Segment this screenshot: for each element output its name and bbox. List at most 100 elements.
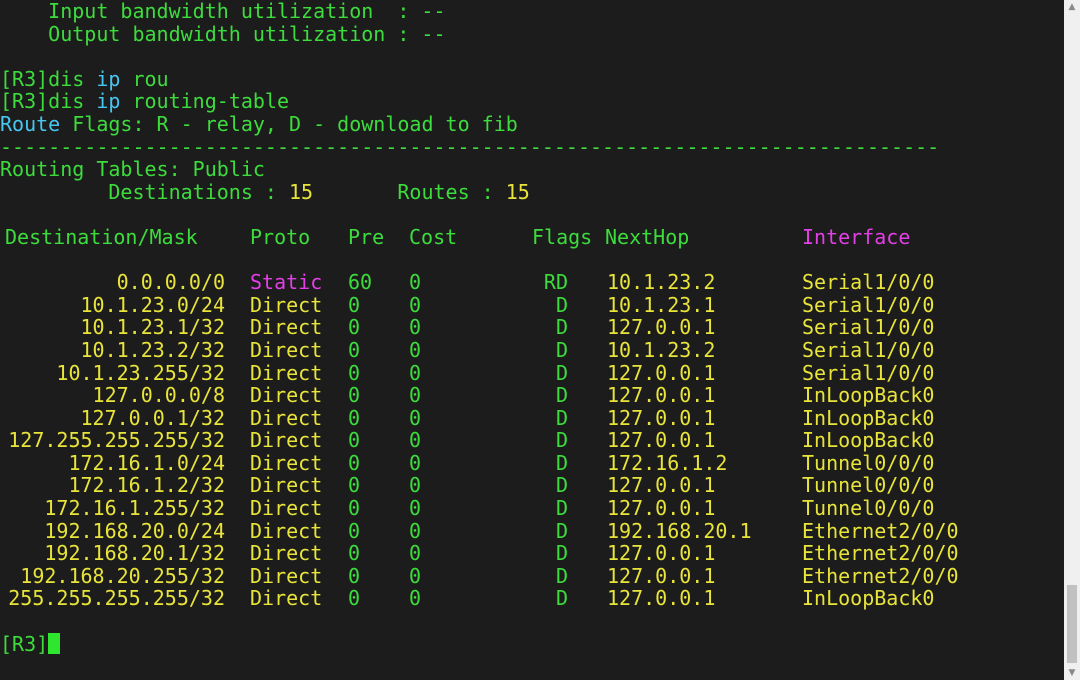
cell-proto: Direct (250, 541, 323, 566)
cell-proto: Direct (250, 496, 323, 521)
command-verb: dis (48, 66, 97, 91)
cell-destination: 192.168.20.0/24 (44, 518, 225, 543)
cell-destination: 255.255.255.255/32 (8, 586, 225, 611)
scroll-down-arrow-icon[interactable]: ▼ (1064, 666, 1080, 680)
cell-flags: D (555, 518, 568, 543)
cell-flags: RD (543, 270, 568, 295)
table-row: 192.168.20.255/32 Direct 0 0 D 127.0.0.1 Ether… (0, 565, 1064, 588)
table-row: 192.168.20.0/24 Direct 0 0 D 192.168.20.1 Ethe… (0, 520, 1064, 543)
cell-pre: 0 (348, 337, 361, 362)
cell-cost: 0 (409, 563, 422, 588)
table-header: Destination/Mask Proto Pre Cost Flags Ne… (0, 226, 1064, 249)
table-row: 10.1.23.1/32 Direct 0 0 D 127.0.0.1 Serial1/0/… (0, 316, 1064, 339)
cell-proto: Direct (250, 428, 323, 453)
route-summary-line: Destinations : 15 Routes : 15 (0, 179, 1064, 204)
cell-flags: D (555, 292, 568, 317)
cell-interface: Ethernet2/0/0 (802, 541, 959, 566)
vertical-scrollbar[interactable]: ▲ ▼ (1064, 0, 1080, 680)
cell-proto: Direct (250, 292, 323, 317)
scrollbar-thumb[interactable] (1067, 585, 1077, 663)
cell-destination: 192.168.20.1/32 (44, 541, 225, 566)
cell-nexthop: 127.0.0.1 (607, 541, 716, 566)
cell-cost: 0 (409, 405, 422, 430)
header-interface: Interface (802, 224, 911, 249)
cell-destination: 192.168.20.255/32 (20, 563, 225, 588)
command-prompt-line[interactable]: [R3] (0, 631, 1064, 656)
cell-proto: Direct (250, 383, 323, 408)
cell-flags: D (555, 428, 568, 453)
cell-pre: 0 (348, 496, 361, 521)
command-prompt: [R3] (0, 66, 49, 91)
cell-nexthop: 192.168.20.1 (607, 518, 752, 543)
cell-cost: 0 (409, 496, 422, 521)
cell-destination: 10.1.23.2/32 (80, 337, 226, 362)
cell-interface: Serial1/0/0 (802, 270, 935, 295)
cell-pre: 0 (348, 518, 361, 543)
cell-interface: InLoopBack0 (802, 383, 935, 408)
cell-proto: Direct (250, 360, 323, 385)
cell-nexthop: 127.0.0.1 (607, 563, 716, 588)
cell-proto: Direct (250, 337, 323, 362)
cell-pre: 0 (348, 405, 361, 430)
header-pre: Pre (348, 224, 385, 249)
cell-flags: D (555, 405, 568, 430)
table-row: 255.255.255.255/32 Direct 0 0 D 127.0.0.1 InLo… (0, 587, 1064, 610)
cell-destination: 127.255.255.255/32 (8, 428, 225, 453)
route-flags-line: Route Flags: R - relay, D - download to … (0, 113, 1064, 136)
table-row: 127.0.0.1/32 Direct 0 0 D 127.0.0.1 InLoopBack… (0, 407, 1064, 430)
cell-proto: Direct (250, 405, 323, 430)
cell-nexthop: 127.0.0.1 (607, 383, 716, 408)
header-proto: Proto (250, 224, 311, 249)
table-row: 0.0.0.0/0 Static 60 0 RD 10.1.23.2 Serial1/0/0 (0, 271, 1064, 294)
cell-cost: 0 (409, 315, 422, 340)
cell-flags: D (555, 337, 568, 362)
cell-nexthop: 127.0.0.1 (607, 586, 716, 611)
command-verb: dis (48, 89, 97, 114)
cell-flags: D (555, 360, 568, 385)
table-row: 10.1.23.2/32 Direct 0 0 D 10.1.23.2 Serial1/0/… (0, 339, 1064, 362)
header-flags: Flags (532, 224, 593, 249)
input-bandwidth-line: Input bandwidth utilization : -- (0, 0, 446, 23)
cell-cost: 0 (409, 450, 422, 475)
cell-nexthop: 127.0.0.1 (607, 315, 716, 340)
cell-interface: InLoopBack0 (802, 428, 935, 453)
cell-cost: 0 (409, 360, 422, 385)
header-nexthop: NextHop (605, 224, 690, 249)
output-bandwidth-line: Output bandwidth utilization : -- (0, 21, 446, 46)
text-cursor (48, 632, 61, 654)
cell-nexthop: 10.1.23.1 (607, 292, 716, 317)
table-row: 192.168.20.1/32 Direct 0 0 D 127.0.0.1 Etherne… (0, 542, 1064, 565)
cell-pre: 60 (348, 270, 373, 295)
destinations-label: Destinations : (0, 179, 289, 204)
table-row: 127.0.0.0/8 Direct 0 0 D 127.0.0.1 InLoopBack0 (0, 384, 1064, 407)
cell-pre: 0 (348, 360, 361, 385)
route-flags-label: Route (0, 111, 61, 136)
destinations-value: 15 (288, 179, 314, 204)
cell-interface: Tunnel0/0/0 (802, 473, 935, 498)
route-flags-text: Flags: R - relay, D - download to fib (60, 111, 518, 136)
cell-nexthop: 127.0.0.1 (607, 496, 716, 521)
command-args: routing-table (120, 89, 290, 114)
routes-label: Routes : (313, 179, 506, 204)
cell-pre: 0 (348, 450, 361, 475)
cell-interface: Serial1/0/0 (802, 360, 935, 385)
cell-proto: Direct (250, 518, 323, 543)
cell-cost: 0 (409, 292, 422, 317)
cell-nexthop: 127.0.0.1 (607, 473, 716, 498)
cell-nexthop: 127.0.0.1 (607, 360, 716, 385)
command-line-1: [R3]dis ip rou (0, 66, 1064, 91)
cell-cost: 0 (409, 270, 422, 295)
terminal-window[interactable]: Input bandwidth utilization : -- Output … (0, 0, 1064, 680)
cell-cost: 0 (409, 541, 422, 566)
cell-flags: D (555, 586, 568, 611)
cell-destination: 10.1.23.255/32 (56, 360, 225, 385)
command-prompt: [R3] (0, 89, 49, 114)
cell-flags: D (555, 541, 568, 566)
command-line-2: [R3]dis ip routing-table (0, 90, 1064, 113)
cell-interface: Tunnel0/0/0 (802, 450, 935, 475)
scroll-up-arrow-icon[interactable]: ▲ (1064, 0, 1080, 14)
prompt-text: [R3] (0, 631, 49, 656)
